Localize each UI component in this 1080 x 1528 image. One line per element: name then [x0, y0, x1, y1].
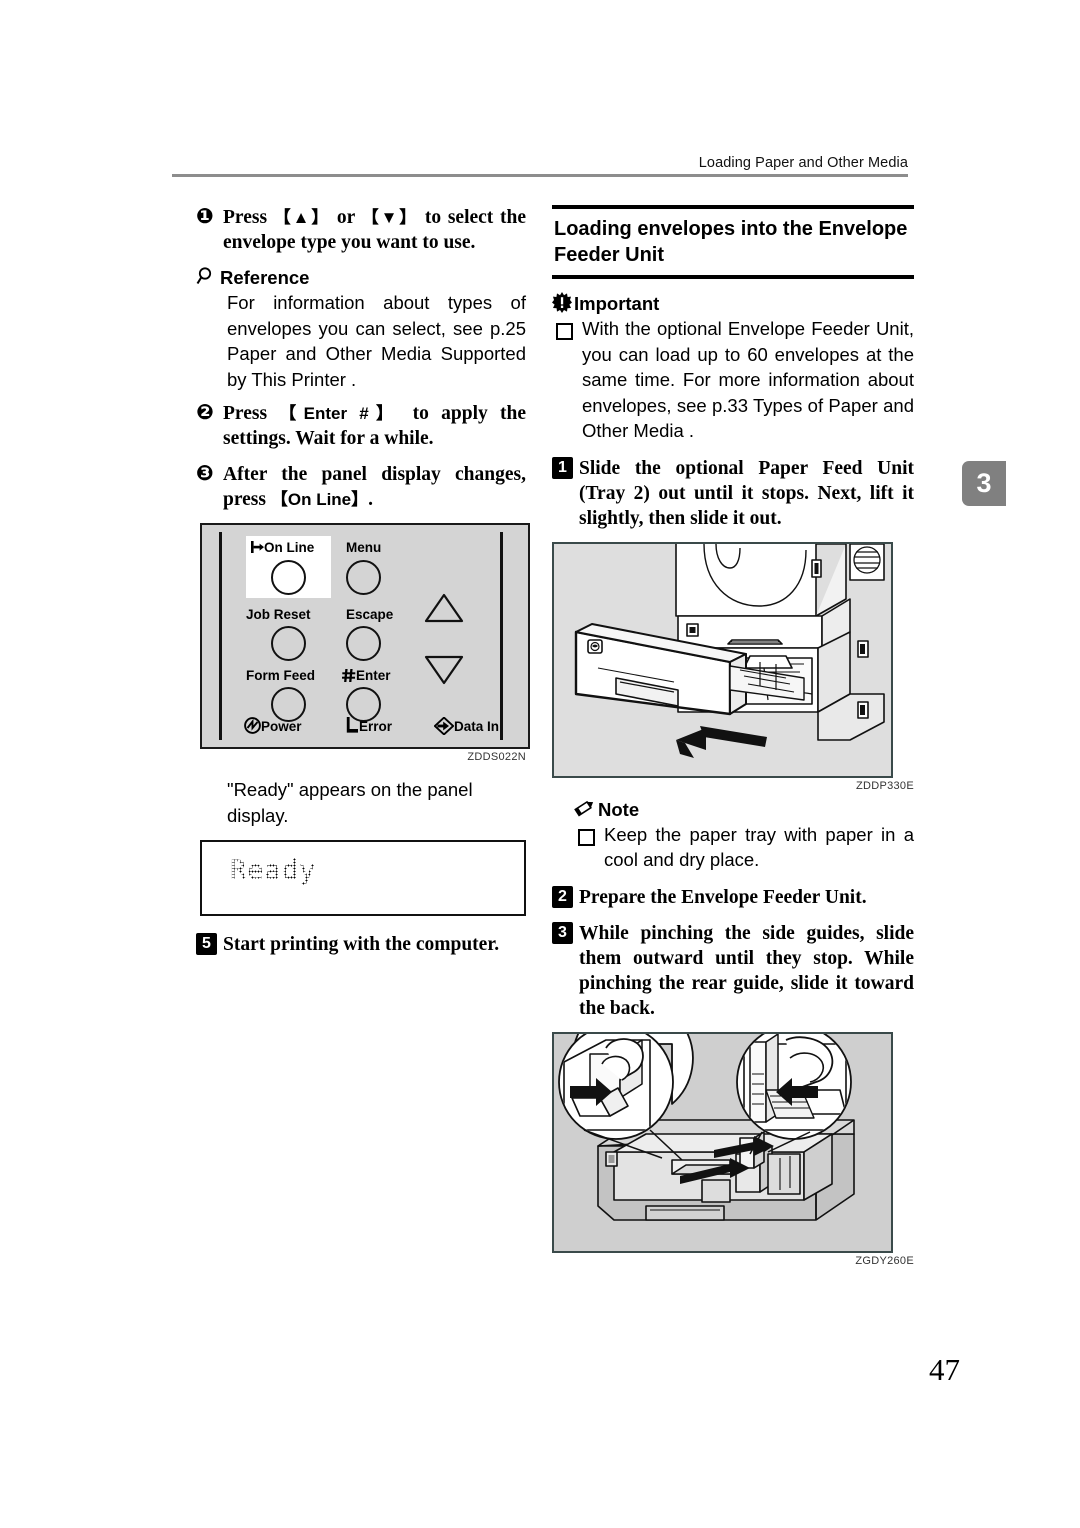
header-rule — [172, 174, 908, 177]
ready-description: "Ready" appears on the panel display. — [227, 779, 473, 826]
bullet-square-icon — [556, 323, 573, 340]
important-bullet-text: With the optional Envelope Feeder Unit, … — [582, 318, 914, 441]
on-line-button[interactable] — [271, 560, 306, 595]
step-5-pre: Press — [223, 207, 274, 228]
escape-button-label: Escape — [346, 607, 394, 622]
menu-button[interactable] — [346, 560, 381, 595]
escape-button[interactable] — [346, 626, 381, 661]
right-column: Loading envelopes into the Envelope Feed… — [552, 205, 914, 1267]
up-key: 【▲】 — [273, 208, 331, 227]
section-rule-bottom — [552, 275, 914, 279]
left-column: ❶ Press 【▲】 or 【▼】 to select the envelop… — [196, 205, 530, 968]
running-header: Loading Paper and Other Media — [172, 155, 908, 177]
reference-heading: Reference — [196, 266, 526, 288]
step-2-marker: 2 — [552, 885, 576, 910]
job-reset-button-label: Job Reset — [246, 607, 311, 622]
section-heading: Loading envelopes into the Envelope Feed… — [552, 205, 914, 279]
step-5-marker: ❶ — [196, 204, 214, 228]
step-1-number: 1 — [552, 456, 573, 479]
on-line-key: 【On Line】 — [270, 490, 369, 509]
on-line-button-label: On Line — [251, 540, 314, 555]
step-start-text: Start printing with the computer. — [223, 934, 500, 955]
bullet-square-icon — [578, 828, 595, 846]
step-1-text: Slide the optional Paper Feed Unit (Tray… — [579, 457, 914, 529]
error-icon — [346, 717, 358, 733]
step-1: 1 Slide the optional Paper Feed Unit (Tr… — [552, 456, 914, 531]
power-label: Power — [261, 719, 302, 734]
note-bullet-text: Keep the paper tray with paper in a cool… — [604, 823, 914, 871]
lcd-display: Ready — [200, 840, 526, 916]
job-reset-button[interactable] — [271, 626, 306, 661]
step-start-printing: 5 Start printing with the computer. — [196, 932, 526, 957]
chapter-tab-number: 3 — [976, 468, 992, 498]
figure-printer-tray-caption: ZDDP330E — [855, 779, 914, 792]
enter-text: Enter — [356, 668, 391, 683]
note-pencil-icon — [574, 798, 596, 820]
note-label: Note — [598, 798, 640, 820]
power-icon — [244, 717, 261, 734]
step-7-marker: ❸ — [196, 461, 214, 485]
menu-button-label: Menu — [346, 540, 382, 555]
page-number: 47 — [929, 1352, 960, 1387]
step-7-text: After the panel display changes, press 【… — [223, 462, 526, 512]
on-line-text: On Line — [264, 540, 315, 555]
enter-hash-key: 【Enter #】 — [279, 404, 401, 423]
step-3-text: While pinching the side guides, slide th… — [579, 922, 914, 1019]
error-label: Error — [359, 719, 393, 734]
step-start-number: 5 — [196, 933, 217, 955]
control-panel-caption: ZDDS022N — [467, 751, 526, 763]
control-panel-figure: On Line Menu Job Reset Escape Form Feed — [200, 523, 530, 763]
error-indicator: Error — [346, 717, 392, 734]
figure-printer-tray: ZDDP330E — [552, 541, 914, 792]
data-in-icon — [433, 716, 455, 736]
section-title: Loading envelopes into the Envelope Feed… — [554, 218, 908, 266]
form-feed-button-label: Form Feed — [246, 668, 316, 683]
step-6-marker: ❷ — [196, 400, 214, 424]
enter-button-label: Enter — [342, 668, 391, 683]
reference-label: Reference — [220, 267, 310, 288]
online-arrow-icon — [251, 541, 264, 553]
chapter-tab: 3 — [962, 461, 1006, 506]
important-bullet: With the optional Envelope Feeder Unit, … — [556, 316, 914, 444]
data-in-label: Data In — [454, 719, 500, 734]
step-1-marker: 1 — [552, 456, 576, 531]
important-heading: Important — [552, 292, 914, 314]
running-head-text: Loading Paper and Other Media — [698, 155, 908, 171]
important-label: Important — [574, 293, 660, 314]
document-page: Loading Paper and Other Media 3 ❶ Press … — [0, 0, 1080, 1528]
step-3-marker: 3 — [552, 921, 576, 1021]
step-2-text: Prepare the Envelope Feeder Unit. — [579, 886, 867, 908]
note-heading: Note — [574, 798, 914, 820]
down-key: 【▼】 — [361, 208, 419, 227]
step-7-post: . — [368, 489, 374, 510]
step-5-or: or — [330, 207, 362, 228]
step-5-text: Press 【▲】 or 【▼】 to select the envelope … — [223, 205, 526, 255]
step-5: ❶ Press 【▲】 or 【▼】 to select the envelop… — [196, 205, 526, 255]
step-2: 2 Prepare the Envelope Feeder Unit. — [552, 885, 914, 910]
lcd-text: Ready — [230, 855, 317, 886]
down-arrow-key[interactable] — [424, 655, 464, 685]
control-panel-illustration: On Line Menu Job Reset Escape Form Feed — [200, 523, 530, 749]
step-7: ❸ After the panel display changes, press… — [196, 462, 526, 512]
printer-tray-illustration — [552, 541, 893, 778]
magnifier-icon — [196, 266, 218, 288]
note-bullet: Keep the paper tray with paper in a cool… — [578, 822, 914, 873]
tray-guides-illustration — [552, 1031, 893, 1253]
step-2-number: 2 — [552, 885, 573, 908]
step-7-pre: After the panel display changes, press — [223, 464, 526, 510]
step-6-pre: Press — [223, 403, 280, 424]
hash-icon — [342, 669, 356, 682]
step-start-marker: 5 — [196, 932, 220, 957]
figure-tray-guides-caption: ZGDY260E — [855, 1254, 914, 1267]
step-6-text: Press 【Enter #】 to apply the settings. W… — [223, 401, 526, 451]
step-3: 3 While pinching the side guides, slide … — [552, 921, 914, 1021]
figure-tray-guides: ZGDY260E — [552, 1031, 914, 1267]
power-indicator: Power — [244, 717, 302, 734]
reference-body: For information about types of envelopes… — [227, 292, 526, 390]
important-icon — [552, 292, 572, 314]
data-in-indicator: Data In — [433, 716, 500, 736]
up-arrow-key[interactable] — [424, 593, 464, 623]
step-3-number: 3 — [552, 921, 573, 944]
step-6: ❷ Press 【Enter #】 to apply the settings.… — [196, 401, 526, 451]
